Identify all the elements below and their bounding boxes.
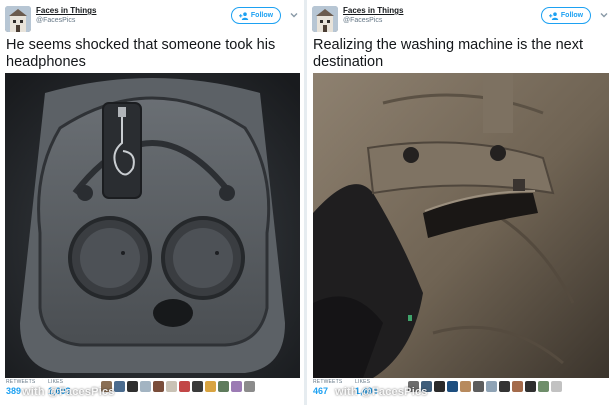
- tweet-text: He seems shocked that someone took his h…: [6, 37, 276, 70]
- likes-label: LIKES: [48, 379, 64, 385]
- liker-avatar[interactable]: [447, 381, 458, 392]
- liker-avatar[interactable]: [512, 381, 523, 392]
- retweets-label: RETWEETS: [6, 379, 36, 385]
- follow-button[interactable]: Follow: [231, 7, 281, 24]
- liker-avatar[interactable]: [205, 381, 216, 392]
- liker-avatar[interactable]: [434, 381, 445, 392]
- liker-avatar[interactable]: [525, 381, 536, 392]
- tweet-photo[interactable]: [313, 73, 609, 378]
- liker-avatars: [101, 381, 255, 392]
- avatar[interactable]: [5, 6, 31, 32]
- liker-avatar[interactable]: [127, 381, 138, 392]
- liker-avatar[interactable]: [153, 381, 164, 392]
- add-user-icon: [238, 11, 249, 20]
- watermark: with @FacesPics: [335, 386, 428, 398]
- follow-label: Follow: [560, 12, 584, 19]
- tweet-text: Realizing the washing machine is the nex…: [313, 37, 584, 70]
- liker-avatar[interactable]: [231, 381, 242, 392]
- liker-avatar[interactable]: [486, 381, 497, 392]
- tweet-photo[interactable]: [5, 73, 300, 378]
- liker-avatar[interactable]: [499, 381, 510, 392]
- retweets-label: RETWEETS: [313, 379, 343, 385]
- liker-avatar[interactable]: [551, 381, 562, 392]
- account-name[interactable]: Faces in Things: [343, 6, 403, 15]
- retweets-count[interactable]: 467: [313, 386, 328, 396]
- liker-avatar[interactable]: [244, 381, 255, 392]
- liker-avatar[interactable]: [140, 381, 151, 392]
- liker-avatar[interactable]: [473, 381, 484, 392]
- avatar[interactable]: [312, 6, 338, 32]
- chevron-down-icon[interactable]: [599, 10, 609, 20]
- add-user-icon: [548, 11, 559, 20]
- account-name[interactable]: Faces in Things: [36, 6, 96, 15]
- follow-label: Follow: [250, 12, 274, 19]
- liker-avatar[interactable]: [460, 381, 471, 392]
- liker-avatar[interactable]: [192, 381, 203, 392]
- tweet-card-left: Faces in Things @FacesPics Follow He see…: [0, 0, 304, 405]
- liker-avatar[interactable]: [538, 381, 549, 392]
- liker-avatars: [408, 381, 562, 392]
- chevron-down-icon[interactable]: [289, 10, 299, 20]
- liker-avatar[interactable]: [114, 381, 125, 392]
- liker-avatar[interactable]: [166, 381, 177, 392]
- liker-avatar[interactable]: [218, 381, 229, 392]
- account-handle[interactable]: @FacesPics: [36, 17, 75, 24]
- watermark: with @FacesPics: [22, 386, 115, 398]
- tweet-card-right: Faces in Things @FacesPics Follow Realiz…: [307, 0, 611, 405]
- account-handle[interactable]: @FacesPics: [343, 17, 382, 24]
- liker-avatar[interactable]: [179, 381, 190, 392]
- likes-label: LIKES: [355, 379, 371, 385]
- retweets-count[interactable]: 389: [6, 386, 21, 396]
- follow-button[interactable]: Follow: [541, 7, 591, 24]
